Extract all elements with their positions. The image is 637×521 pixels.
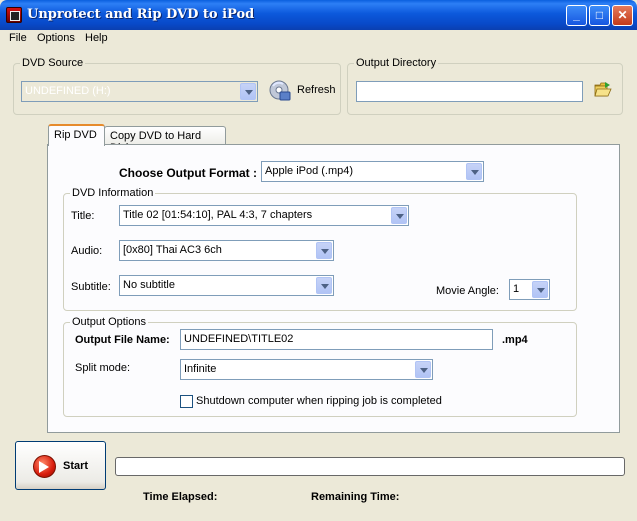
- subtitle-label: Subtitle:: [71, 281, 111, 293]
- output-options-legend: Output Options: [72, 316, 146, 328]
- title-value: Title 02 [01:54:10], PAL 4:3, 7 chapters: [123, 209, 313, 221]
- title-select[interactable]: Title 02 [01:54:10], PAL 4:3, 7 chapters: [119, 205, 409, 226]
- menu-help[interactable]: Help: [85, 32, 108, 44]
- window-title: Unprotect and Rip DVD to iPod: [27, 7, 255, 22]
- start-label: Start: [63, 460, 89, 472]
- output-format-value: Apple iPod (.mp4): [265, 165, 354, 177]
- time-elapsed-label: Time Elapsed:: [143, 491, 218, 503]
- tab-rip-dvd[interactable]: Rip DVD: [48, 124, 105, 146]
- subtitle-select[interactable]: No subtitle: [119, 275, 334, 296]
- chevron-down-icon[interactable]: [240, 83, 256, 100]
- output-filename-label: Output File Name:: [75, 334, 170, 346]
- chevron-down-icon[interactable]: [316, 277, 332, 294]
- split-mode-select[interactable]: Infinite: [180, 359, 433, 380]
- title-bar[interactable]: Unprotect and Rip DVD to iPod _ □ ✕: [0, 0, 637, 30]
- shutdown-label[interactable]: Shutdown computer when ripping job is co…: [196, 395, 442, 407]
- chevron-down-icon[interactable]: [532, 281, 548, 298]
- split-mode-value: Infinite: [184, 363, 217, 375]
- movie-angle-value: 1: [513, 283, 520, 295]
- audio-label: Audio:: [71, 245, 103, 257]
- output-directory-legend: Output Directory: [356, 57, 437, 69]
- app-icon[interactable]: [6, 7, 22, 23]
- open-folder-icon[interactable]: [594, 81, 612, 97]
- menu-file[interactable]: File: [9, 32, 27, 44]
- dvd-source-value: UNDEFINED (H:): [25, 85, 111, 97]
- minimize-button[interactable]: _: [566, 5, 587, 26]
- menu-bar: File Options Help: [0, 30, 637, 49]
- shutdown-checkbox[interactable]: [180, 395, 193, 408]
- chevron-down-icon[interactable]: [391, 207, 407, 224]
- output-format-select[interactable]: Apple iPod (.mp4): [261, 161, 484, 182]
- audio-select[interactable]: [0x80] Thai AC3 6ch: [119, 240, 334, 261]
- dvd-source-legend: DVD Source: [22, 57, 84, 69]
- chevron-down-icon[interactable]: [466, 163, 482, 180]
- chevron-down-icon[interactable]: [415, 361, 431, 378]
- disc-refresh-icon[interactable]: [268, 78, 292, 102]
- dvd-source-select[interactable]: UNDEFINED (H:): [21, 81, 258, 102]
- tab-copy-dvd[interactable]: Copy DVD to Hard Disk: [104, 126, 226, 154]
- movie-angle-select[interactable]: 1: [509, 279, 550, 300]
- chevron-down-icon[interactable]: [316, 242, 332, 259]
- start-button[interactable]: Start: [15, 441, 106, 490]
- movie-angle-label: Movie Angle:: [436, 285, 499, 297]
- output-filename-input[interactable]: UNDEFINED\TITLE02: [180, 329, 493, 350]
- remaining-time-label: Remaining Time:: [311, 491, 400, 503]
- title-label: Title:: [71, 210, 95, 222]
- output-format-label: Choose Output Format :: [119, 166, 257, 180]
- subtitle-value: No subtitle: [123, 279, 175, 291]
- close-button[interactable]: ✕: [612, 5, 633, 26]
- progress-bar: [115, 457, 625, 476]
- refresh-button[interactable]: Refresh: [297, 84, 336, 96]
- split-mode-label: Split mode:: [75, 362, 131, 374]
- maximize-button[interactable]: □: [589, 5, 610, 26]
- start-arrow-icon: [33, 455, 56, 478]
- menu-options[interactable]: Options: [37, 32, 75, 44]
- audio-value: [0x80] Thai AC3 6ch: [123, 244, 222, 256]
- output-extension: .mp4: [502, 334, 528, 346]
- output-directory-input[interactable]: [356, 81, 583, 102]
- dvd-information-legend: DVD Information: [72, 187, 154, 199]
